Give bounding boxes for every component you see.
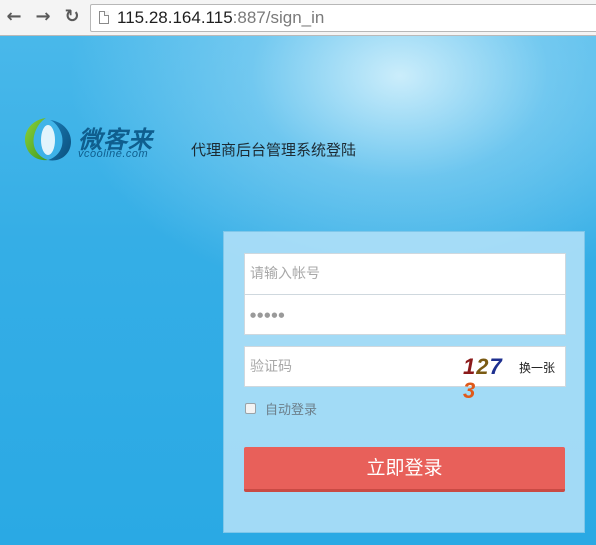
captcha-input[interactable] [245,347,450,386]
captcha-field-box: 1273 换一张 [244,346,566,403]
url-path: :887/sign_in [232,8,325,27]
logo-domain: vcooline.com [78,148,149,160]
login-form: 1273 换一张 自动登录 立即登录 [223,231,585,533]
url-host: 115.28.164.115 [117,8,233,27]
url-text[interactable]: 115.28.164.115:887/sign_in [117,8,324,28]
logo-mark-icon [24,118,72,161]
captcha-digit: 7 [489,354,503,379]
reload-icon[interactable]: ↻ [61,6,83,28]
login-page: 微客来 vcooline.com 代理商后台管理系统登陆 1273 换一张 自动… [0,36,596,545]
page-icon [99,11,109,24]
login-button[interactable]: 立即登录 [244,447,565,492]
page-title: 代理商后台管理系统登陆 [191,141,357,159]
refresh-captcha-link[interactable]: 换一张 [519,359,555,376]
password-field-box [244,294,566,335]
username-input[interactable] [245,254,450,293]
captcha-image[interactable]: 1273 [463,354,515,403]
username-field-box [244,253,566,294]
remember-checkbox[interactable] [245,402,256,414]
browser-toolbar: ← → ↻ 115.28.164.115:887/sign_in [0,0,596,36]
captcha-digit: 2 [476,354,490,379]
password-input[interactable] [245,295,450,334]
captcha-digit: 1 [463,354,477,379]
forward-arrow-icon[interactable]: → [32,6,54,28]
address-bar[interactable]: 115.28.164.115:887/sign_in [90,4,596,32]
remember-me[interactable]: 自动登录 [245,399,318,418]
back-arrow-icon[interactable]: ← [3,6,25,28]
captcha-digit: 3 [463,378,477,403]
remember-label: 自动登录 [265,402,318,418]
